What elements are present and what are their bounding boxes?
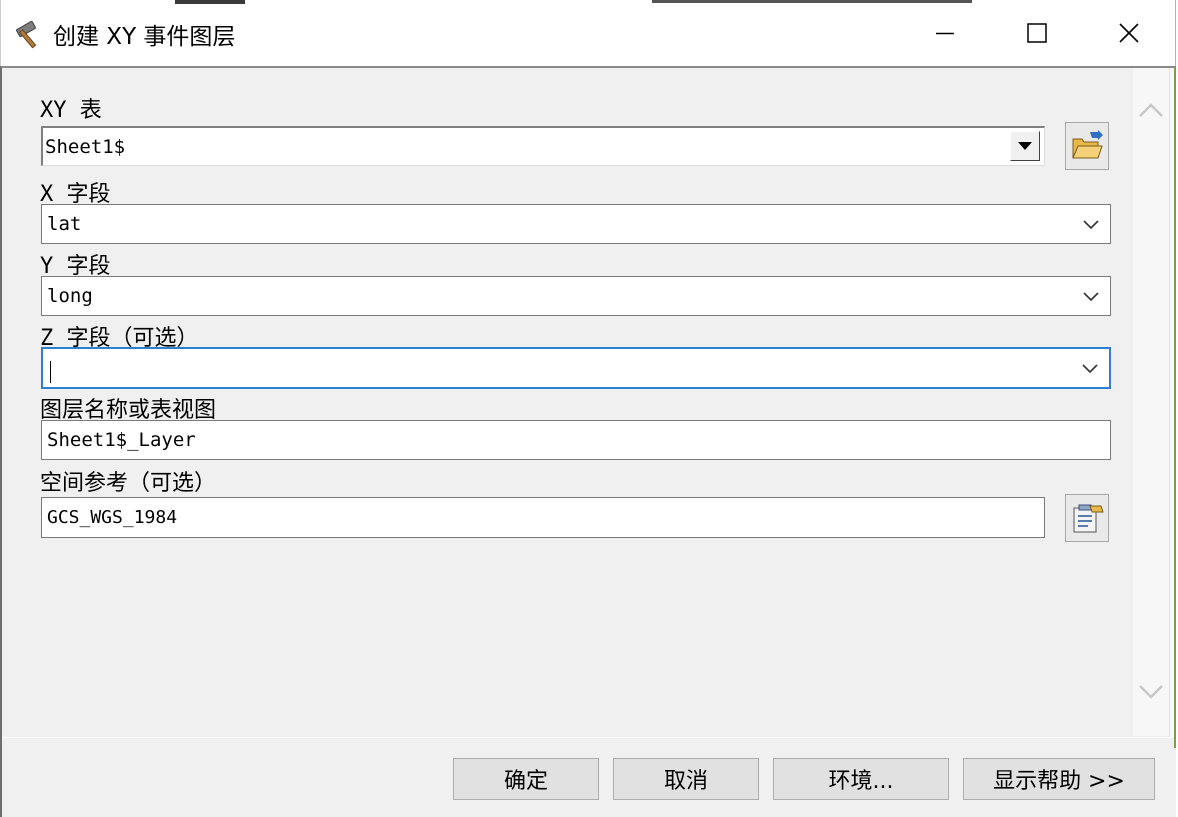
background-window-edge bbox=[1174, 68, 1176, 748]
scroll-up-button[interactable] bbox=[1137, 99, 1165, 121]
spatial-reference-value: GCS_WGS_1984 bbox=[47, 507, 178, 528]
layer-name-input[interactable]: Sheet1$_Layer bbox=[41, 420, 1111, 460]
chevron-down-icon bbox=[1083, 220, 1099, 230]
hammer-icon bbox=[13, 16, 49, 50]
background-window-edge bbox=[175, 0, 245, 4]
close-button[interactable] bbox=[1083, 0, 1175, 66]
open-folder-icon bbox=[1072, 130, 1103, 159]
minimize-button[interactable] bbox=[899, 0, 991, 66]
show-help-button[interactable]: 显示帮助 >> bbox=[963, 758, 1155, 800]
z-field-select[interactable] bbox=[41, 347, 1111, 389]
maximize-button[interactable] bbox=[991, 0, 1083, 66]
browse-table-button[interactable] bbox=[1065, 122, 1109, 170]
divider bbox=[2, 737, 1172, 738]
xy-table-label: XY 表 bbox=[40, 98, 102, 123]
x-field-value: lat bbox=[47, 213, 82, 235]
scroll-down-button[interactable] bbox=[1137, 681, 1165, 703]
spatial-reference-input[interactable]: GCS_WGS_1984 bbox=[41, 497, 1045, 538]
cancel-button[interactable]: 取消 bbox=[613, 758, 759, 800]
xy-table-value: Sheet1$ bbox=[45, 135, 126, 158]
maximize-icon bbox=[1027, 23, 1047, 43]
xy-table-dropdown-button[interactable] bbox=[1010, 131, 1040, 161]
minimize-icon bbox=[936, 32, 954, 35]
background-window-edge bbox=[652, 0, 972, 3]
close-icon bbox=[1119, 23, 1139, 43]
chevron-down-icon bbox=[1139, 685, 1163, 699]
chevron-down-icon bbox=[1082, 364, 1098, 374]
y-field-select[interactable]: long bbox=[41, 276, 1111, 316]
triangle-down-icon bbox=[1018, 142, 1032, 150]
window-title: 创建 XY 事件图层 bbox=[53, 24, 236, 50]
scrollbar-track[interactable] bbox=[1133, 68, 1169, 736]
ok-button[interactable]: 确定 bbox=[453, 758, 599, 800]
chevron-down-icon bbox=[1083, 292, 1099, 302]
x-field-select[interactable]: lat bbox=[41, 204, 1111, 244]
xy-table-combo[interactable]: Sheet1$ bbox=[41, 126, 1045, 166]
spatial-reference-label: 空间参考（可选） bbox=[40, 471, 217, 496]
text-caret bbox=[50, 361, 51, 383]
title-bar: 创建 XY 事件图层 bbox=[0, 0, 1176, 66]
spatial-reference-properties-button[interactable] bbox=[1065, 494, 1109, 542]
properties-icon bbox=[1073, 504, 1104, 533]
y-field-value: long bbox=[47, 285, 93, 307]
environments-button[interactable]: 环境... bbox=[773, 758, 949, 800]
layer-name-value: Sheet1$_Layer bbox=[47, 429, 196, 451]
chevron-up-icon bbox=[1139, 103, 1163, 117]
